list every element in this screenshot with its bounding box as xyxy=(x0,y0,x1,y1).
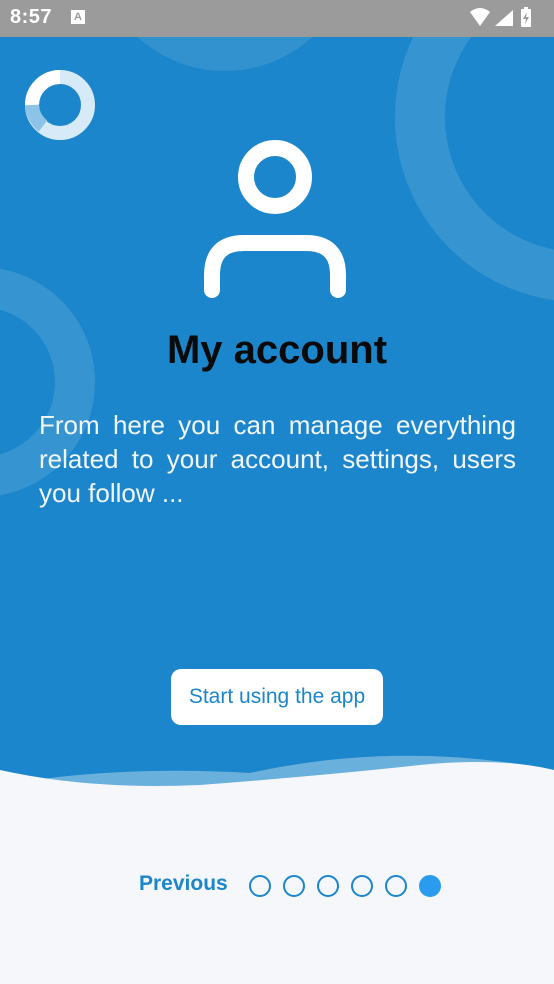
start-using-app-button[interactable]: Start using the app xyxy=(171,669,383,725)
previous-button[interactable]: Previous xyxy=(139,872,228,896)
status-time: 8:57 xyxy=(10,6,53,28)
wifi-icon xyxy=(470,8,490,26)
signal-icon xyxy=(495,10,513,26)
a-notification-icon: A xyxy=(71,10,85,24)
status-icons xyxy=(468,6,544,30)
user-account-icon xyxy=(204,140,346,298)
onboarding-hero: My account From here you can manage ever… xyxy=(0,37,554,797)
page-dot-3[interactable] xyxy=(317,875,339,897)
page-description: From here you can manage everything rela… xyxy=(39,410,516,508)
onboarding-navigation: Previous xyxy=(0,860,554,910)
page-dot-6[interactable] xyxy=(419,875,441,897)
battery-charging-icon xyxy=(521,7,531,27)
page-dot-4[interactable] xyxy=(351,875,373,897)
page-title: My account xyxy=(166,328,388,372)
status-bar: 8:57 A xyxy=(0,0,554,37)
page-dot-2[interactable] xyxy=(283,875,305,897)
bottom-wave xyxy=(0,755,554,805)
page-dot-5[interactable] xyxy=(385,875,407,897)
app-logo-icon xyxy=(25,70,95,140)
page-dot-1[interactable] xyxy=(249,875,271,897)
